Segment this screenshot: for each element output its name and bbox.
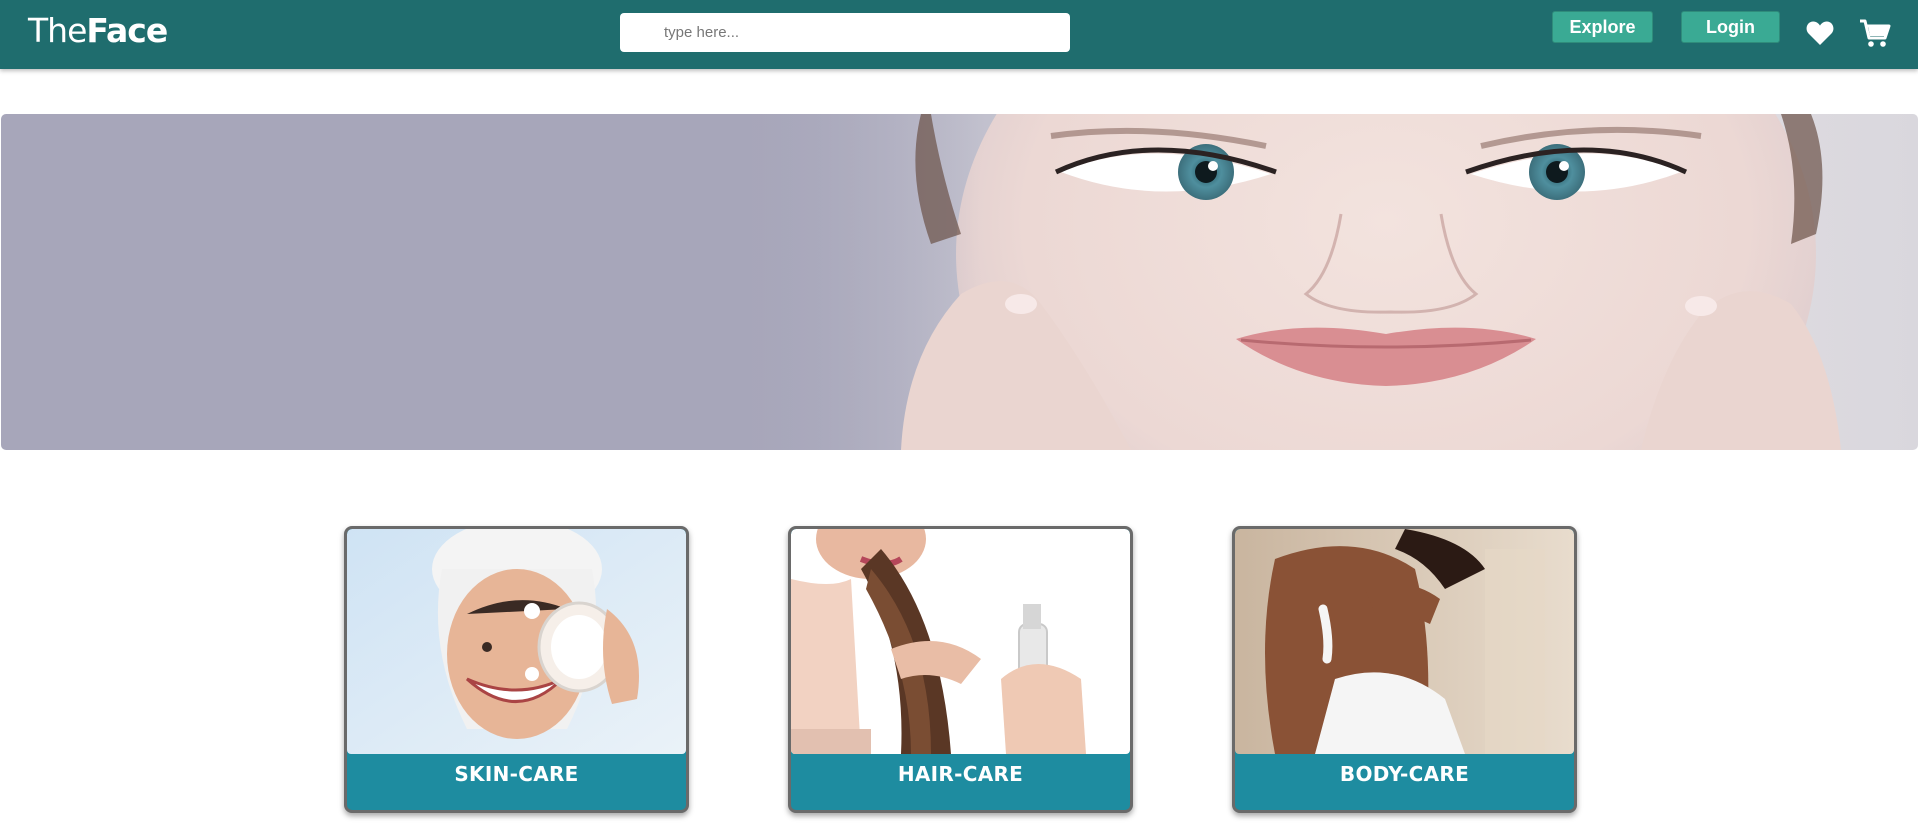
- hero-banner: [1, 114, 1918, 450]
- category-card-body-care[interactable]: BODY-CARE: [1232, 526, 1577, 813]
- cart-icon[interactable]: [1858, 16, 1892, 50]
- navbar: TheFace Explore Login: [0, 0, 1918, 69]
- card-label-hair-care: HAIR-CARE: [897, 762, 1024, 786]
- logo-text-bold: Face: [86, 11, 168, 50]
- login-button[interactable]: Login: [1681, 11, 1780, 43]
- heart-icon[interactable]: [1803, 16, 1837, 50]
- card-label-skin-care: SKIN-CARE: [454, 762, 579, 786]
- category-card-hair-care[interactable]: HAIR-CARE: [788, 526, 1133, 813]
- skin-care-image: [347, 529, 686, 754]
- logo-text-light: The: [28, 11, 87, 50]
- search-input[interactable]: [620, 13, 1070, 52]
- site-logo[interactable]: TheFace: [28, 10, 168, 52]
- hair-care-image: [791, 529, 1130, 754]
- card-label-body-care: BODY-CARE: [1339, 762, 1470, 786]
- explore-button[interactable]: Explore: [1552, 11, 1653, 43]
- category-card-skin-care[interactable]: SKIN-CARE: [344, 526, 689, 813]
- hero-face-image: [721, 114, 1841, 450]
- body-care-image: [1235, 529, 1574, 754]
